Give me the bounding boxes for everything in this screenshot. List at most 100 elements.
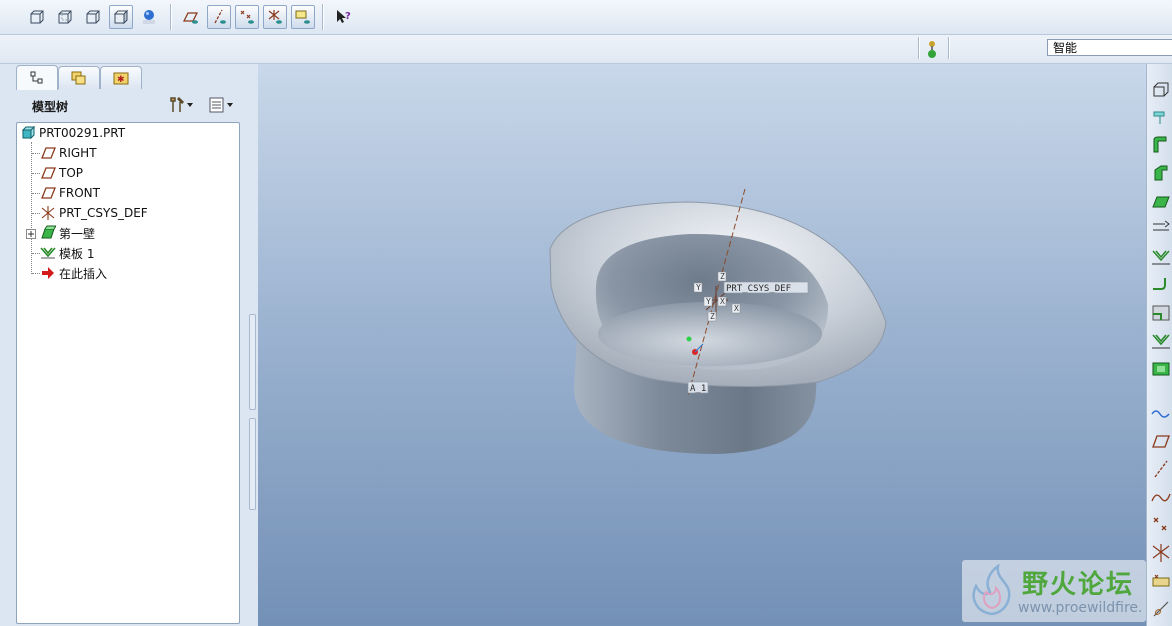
- flame-logo-icon: [972, 564, 1011, 616]
- tree-item-csys[interactable]: PRT_CSYS_DEF: [40, 204, 148, 222]
- extend-wall-icon: [1154, 165, 1168, 181]
- expand-plus-icon[interactable]: [26, 229, 36, 239]
- sheetmetal-convert-button[interactable]: [1150, 78, 1172, 100]
- appearance-ball-icon: [143, 10, 155, 24]
- tree-item-label: FRONT: [59, 186, 100, 200]
- bend-button[interactable]: [1150, 274, 1172, 296]
- folder-browser-icon: [71, 71, 86, 85]
- model-tree-header: 模型树: [10, 91, 248, 119]
- selection-filter-select[interactable]: 智能: [1047, 39, 1172, 56]
- box-outline-icon: [1153, 82, 1169, 97]
- regenerate-status-light-icon[interactable]: [925, 40, 939, 60]
- svg-text:X: X: [720, 297, 725, 306]
- datum-plane-icon: [41, 147, 56, 159]
- tools-icon: [170, 96, 185, 112]
- datum-plane-eye-icon: [182, 12, 199, 24]
- tree-item-part[interactable]: PRT00291.PRT: [20, 124, 125, 142]
- wireframe-display-button[interactable]: [25, 5, 49, 29]
- form-button[interactable]: [1150, 330, 1172, 352]
- tree-item-top[interactable]: TOP: [40, 164, 83, 182]
- hidden-line-display-button[interactable]: [53, 5, 77, 29]
- datum-axis-button[interactable]: [1150, 458, 1172, 480]
- merge-button[interactable]: [1150, 246, 1172, 268]
- analysis-icon: [1152, 574, 1170, 587]
- tab-favorites[interactable]: ✱: [100, 66, 142, 89]
- extend-wall-button[interactable]: [1150, 162, 1172, 184]
- edge-bend-icon: [1152, 305, 1170, 321]
- flatten-button[interactable]: [1150, 358, 1172, 380]
- datum-axis-toggle-button[interactable]: [207, 5, 231, 29]
- flat-wall-button[interactable]: [1150, 106, 1172, 128]
- help-cursor-icon: ?: [337, 10, 351, 23]
- model-tree: PRT00291.PRT RIGHT TOP FRONT PRT_CSYS_DE…: [16, 122, 240, 624]
- svg-text:?: ?: [345, 11, 351, 22]
- tree-show-button[interactable]: [208, 95, 240, 115]
- flange-wall-button[interactable]: [1150, 134, 1172, 156]
- model-tree-title: 模型树: [32, 100, 69, 114]
- datum-axis-icon: [1154, 460, 1168, 478]
- datum-csys-button[interactable]: [1150, 542, 1172, 564]
- datum-axis-eye-icon: [214, 9, 226, 24]
- chain-button[interactable]: [1150, 598, 1172, 620]
- datum-plane-icon: [41, 167, 56, 179]
- svg-text:X: X: [734, 304, 739, 313]
- flat-wall-icon: [1153, 111, 1165, 124]
- model-tree-icon: [30, 71, 43, 84]
- tree-item-first-wall[interactable]: 第一壁: [40, 224, 95, 242]
- wireframe-cube-icon: [30, 10, 44, 24]
- datum-plane-button[interactable]: [1150, 430, 1172, 452]
- insert-here-arrow-icon: [42, 267, 54, 279]
- datum-point-toggle-button[interactable]: [235, 5, 259, 29]
- chain-link-icon: [1153, 601, 1169, 617]
- tree-item-insert-here[interactable]: 在此插入: [40, 264, 107, 282]
- shading-display-button[interactable]: [109, 5, 133, 29]
- csys-eye-icon: [268, 10, 282, 24]
- part-icon: [21, 125, 36, 140]
- flange-wall-icon: [1153, 136, 1167, 153]
- hidden-line-cube-icon: [58, 10, 72, 24]
- context-help-button[interactable]: ?: [331, 5, 355, 29]
- favorites-folder-icon: ✱: [113, 72, 129, 85]
- panel-sash[interactable]: [248, 314, 256, 514]
- annotation-toggle-button[interactable]: [291, 5, 315, 29]
- tab-folder-browser[interactable]: [58, 66, 100, 89]
- datum-plane-toggle-button[interactable]: [179, 5, 203, 29]
- tree-item-form[interactable]: 模板 1: [40, 244, 94, 262]
- datum-point-button[interactable]: [1150, 514, 1172, 536]
- datum-curve-button[interactable]: [1150, 486, 1172, 508]
- datum-point-icon: [1153, 517, 1167, 531]
- bend-icon: [1153, 278, 1166, 290]
- tree-item-label: RIGHT: [59, 146, 97, 160]
- tree-item-label: PRT00291.PRT: [39, 126, 126, 140]
- csys-icon: [41, 206, 55, 220]
- svg-text:✱: ✱: [117, 75, 125, 85]
- unattached-wall-icon: [1152, 196, 1170, 208]
- analysis-feature-button[interactable]: [1150, 570, 1172, 592]
- edge-bend-button[interactable]: [1150, 302, 1172, 324]
- no-hidden-display-button[interactable]: [81, 5, 105, 29]
- tree-settings-button[interactable]: [168, 95, 198, 115]
- no-hidden-cube-icon: [86, 10, 100, 24]
- tab-model-tree[interactable]: [16, 65, 58, 90]
- graphics-viewport[interactable]: Y Z Y X X Z PRT_CSYS_DEF A_1: [258, 64, 1146, 626]
- navigator-panel: ✱ 模型树 PRT00291.PRT RIGHT TOP FRONT PRT_C…: [0, 64, 258, 626]
- appearance-button[interactable]: [137, 5, 161, 29]
- sketch-button[interactable]: [1150, 402, 1172, 424]
- svg-text:Y: Y: [696, 283, 701, 292]
- form-icon: [1152, 334, 1170, 349]
- datum-plane-icon: [41, 187, 56, 199]
- tree-item-label: TOP: [59, 166, 84, 180]
- tree-item-label: 模板 1: [59, 246, 95, 261]
- axis-label: A_1: [690, 384, 706, 394]
- tree-item-label: PRT_CSYS_DEF: [59, 206, 148, 220]
- tree-item-right[interactable]: RIGHT: [40, 144, 97, 162]
- csys-toggle-button[interactable]: [263, 5, 287, 29]
- svg-text:Z: Z: [710, 312, 715, 321]
- main-toolbar: ?: [0, 0, 1172, 35]
- rip-button[interactable]: [1150, 218, 1172, 240]
- svg-text:Y: Y: [706, 297, 711, 306]
- tree-item-front[interactable]: FRONT: [40, 184, 100, 202]
- unattached-wall-button[interactable]: [1150, 190, 1172, 212]
- merge-icon: [1152, 250, 1170, 265]
- sheetmetal-wall-icon: [41, 225, 56, 239]
